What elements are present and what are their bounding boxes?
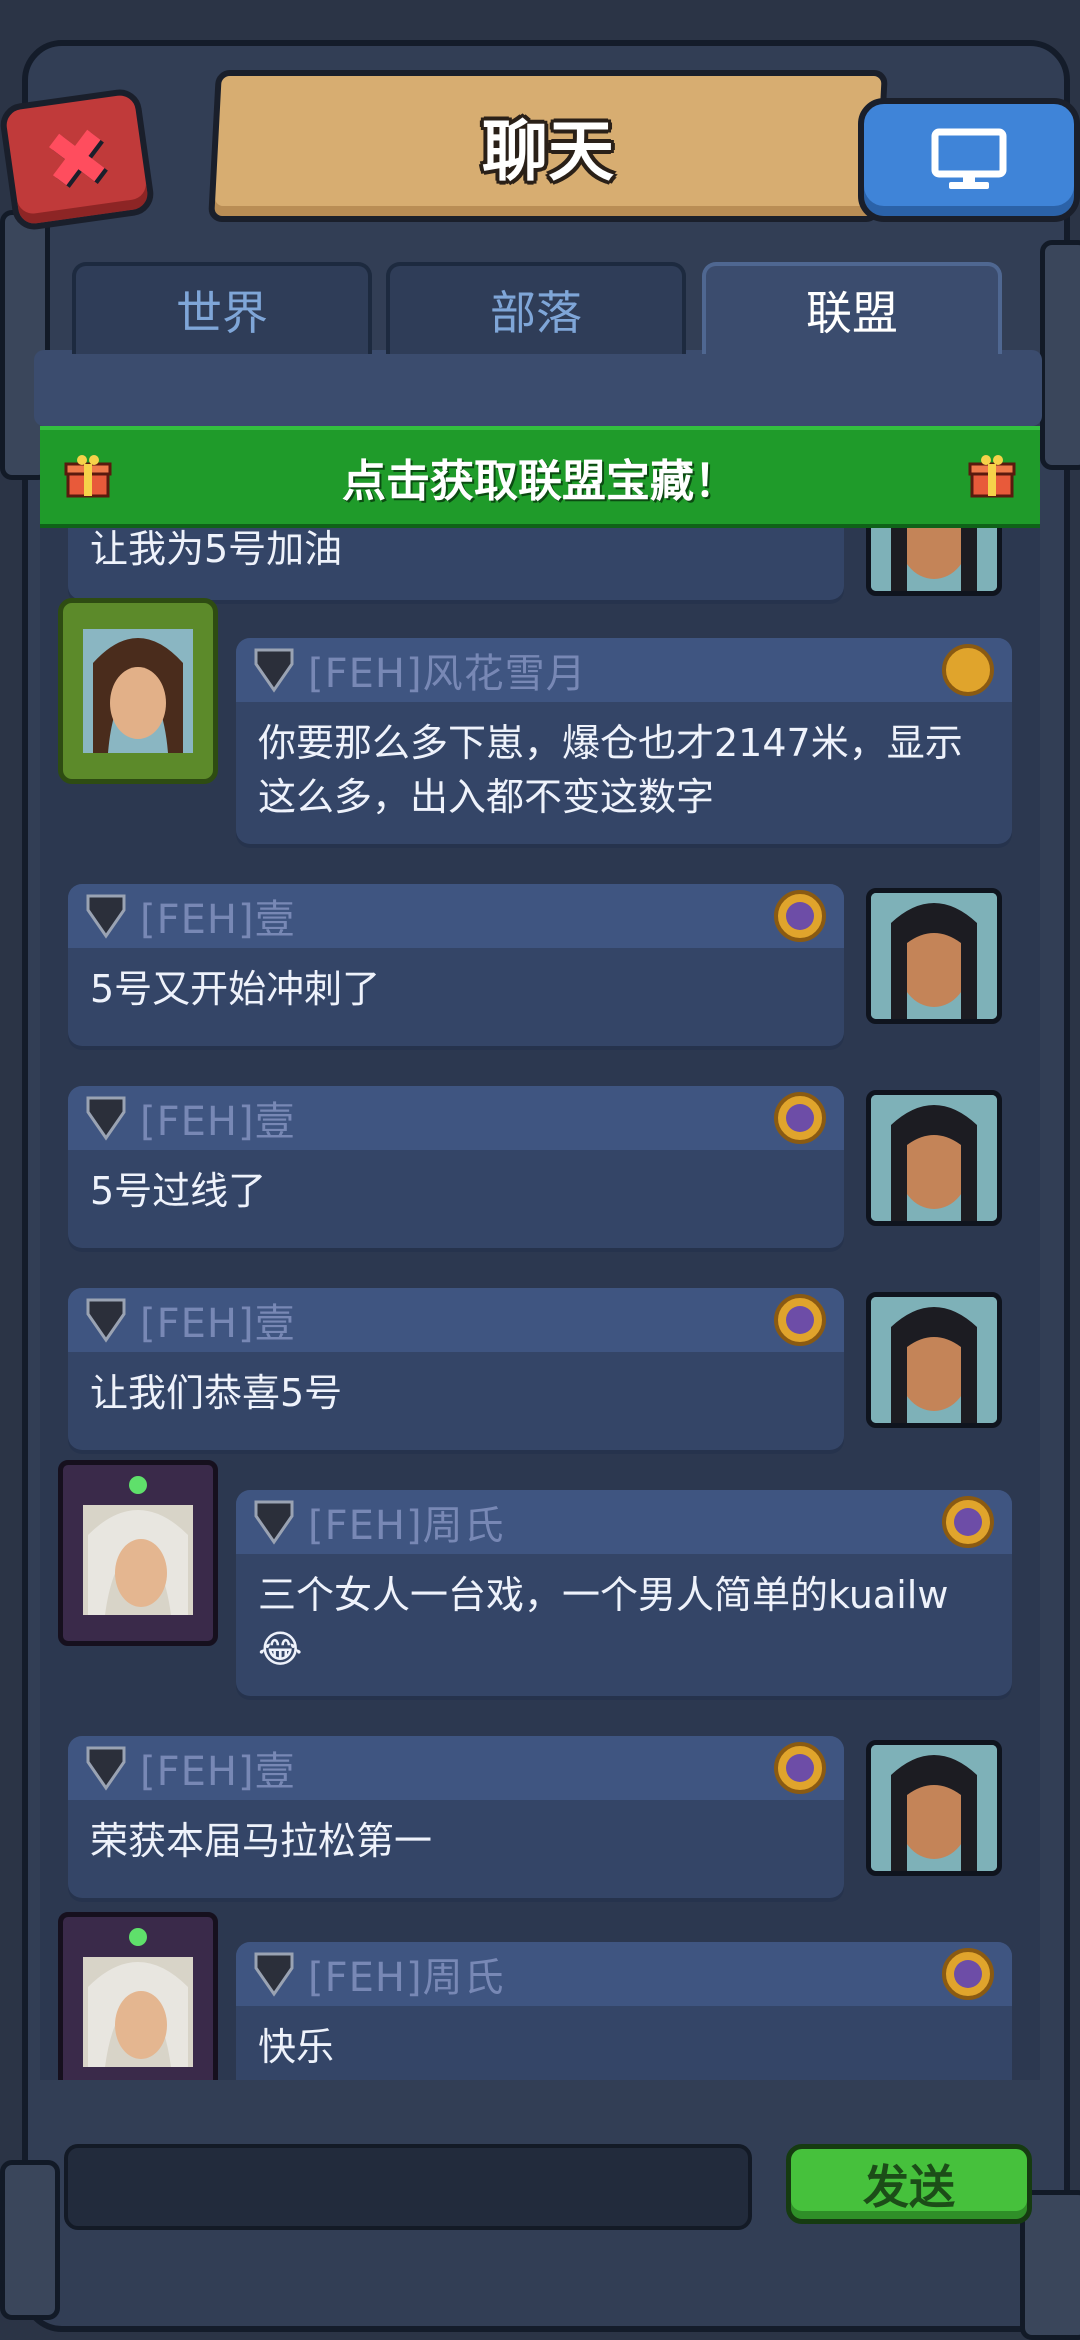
badge-icon <box>774 1294 826 1346</box>
sender-name: [FEH]周氏 <box>308 1955 505 2001</box>
close-icon: ✖ <box>38 110 116 209</box>
sender-name: [FEH]壹 <box>140 1749 296 1795</box>
rank-shield-icon <box>86 1298 126 1343</box>
tab-label: 联盟 <box>806 286 898 340</box>
message-text: 快乐 <box>258 2025 335 2069</box>
avatar-portrait <box>871 520 997 591</box>
badge-icon <box>942 1948 994 2000</box>
monitor-icon <box>931 128 1007 189</box>
avatar-portrait <box>871 1095 997 1221</box>
avatar[interactable] <box>866 888 1002 1024</box>
message-header: [FEH]风花雪月 <box>236 638 1012 702</box>
message-text: 三个女人一台戏，一个男人简单的kuailw😂 <box>258 1573 949 1671</box>
avatar-portrait <box>871 1745 997 1871</box>
message-bubble: 让我为5号加油 <box>68 520 844 600</box>
message-bubble: [FEH]风花雪月 你要那么多下崽，爆仓也才2147米，显示这么多，出入都不变这… <box>236 638 1012 844</box>
tab-label: 世界 <box>176 286 268 340</box>
close-button[interactable]: ✖ <box>0 86 157 233</box>
chat-message-list[interactable]: 让我为5号加油 [FEH]风花雪月 你要那么多下崽，爆仓也才2147米，显示这么… <box>40 520 1040 2080</box>
message-text: 你要那么多下崽，爆仓也才2147米，显示这么多，出入都不变这数字 <box>258 721 963 819</box>
message-bubble: [FEH]周氏 三个女人一台戏，一个男人简单的kuailw😂 <box>236 1490 1012 1696</box>
badge-icon <box>942 644 994 696</box>
sender-name: [FEH]壹 <box>140 897 296 943</box>
screen-toggle-button[interactable] <box>858 98 1080 222</box>
page-title: 聊天 <box>482 113 614 190</box>
gift-icon <box>968 455 1016 498</box>
avatar[interactable] <box>58 1460 218 1646</box>
avatar-portrait <box>83 1476 193 1615</box>
message-bubble: [FEH]壹 荣获本届马拉松第一 <box>68 1736 844 1898</box>
message-header: [FEH]壹 <box>68 884 844 948</box>
avatar[interactable] <box>866 1740 1002 1876</box>
title-banner: 聊天 <box>208 70 888 222</box>
tab-bar-base <box>34 350 1042 426</box>
badge-icon <box>774 890 826 942</box>
rank-shield-icon <box>86 1096 126 1141</box>
avatar[interactable] <box>58 598 218 784</box>
message-bubble: [FEH]周氏 快乐 <box>236 1942 1012 2080</box>
tab-tribe[interactable]: 部落 <box>386 262 686 354</box>
message-text: 让我为5号加油 <box>90 527 343 571</box>
avatar-portrait <box>871 1297 997 1423</box>
tab-label: 部落 <box>490 286 582 340</box>
badge-icon <box>774 1742 826 1794</box>
rank-shield-icon <box>254 1500 294 1545</box>
message-text: 荣获本届马拉松第一 <box>90 1819 433 1863</box>
tab-alliance[interactable]: 联盟 <box>702 262 1002 354</box>
message-header: [FEH]周氏 <box>236 1490 1012 1554</box>
avatar[interactable] <box>866 1292 1002 1428</box>
send-button[interactable]: 发送 <box>786 2144 1032 2224</box>
avatar[interactable] <box>866 1090 1002 1226</box>
alliance-treasure-banner[interactable]: 点击获取联盟宝藏！ <box>40 426 1040 528</box>
message-header: [FEH]周氏 <box>236 1942 1012 2006</box>
rock-decoration <box>0 2160 60 2320</box>
avatar-portrait <box>871 893 997 1019</box>
rank-shield-icon <box>86 894 126 939</box>
tab-world[interactable]: 世界 <box>72 262 372 354</box>
message-header: [FEH]壹 <box>68 1736 844 1800</box>
message-header: [FEH]壹 <box>68 1086 844 1150</box>
avatar[interactable] <box>58 1912 218 2080</box>
rank-shield-icon <box>86 1746 126 1791</box>
message-bubble: [FEH]壹 让我们恭喜5号 <box>68 1288 844 1450</box>
avatar[interactable] <box>866 520 1002 596</box>
message-header: [FEH]壹 <box>68 1288 844 1352</box>
send-button-label: 发送 <box>863 2160 955 2214</box>
sender-name: [FEH]壹 <box>140 1301 296 1347</box>
rock-decoration <box>1040 240 1080 470</box>
tab-bar: 世界 部落 联盟 <box>72 262 1008 354</box>
sender-name: [FEH]周氏 <box>308 1503 505 1549</box>
banner-text: 点击获取联盟宝藏！ <box>342 456 738 507</box>
badge-icon <box>774 1092 826 1144</box>
message-text: 让我们恭喜5号 <box>90 1371 343 1415</box>
chat-input[interactable] <box>64 2144 752 2230</box>
badge-icon <box>942 1496 994 1548</box>
avatar-portrait <box>83 1928 193 2067</box>
message-bubble: [FEH]壹 5号又开始冲刺了 <box>68 884 844 1046</box>
sender-name: [FEH]风花雪月 <box>308 651 587 697</box>
message-text: 5号过线了 <box>90 1169 267 1213</box>
message-text: 5号又开始冲刺了 <box>90 967 381 1011</box>
sender-name: [FEH]壹 <box>140 1099 296 1145</box>
message-bubble: [FEH]壹 5号过线了 <box>68 1086 844 1248</box>
gift-icon <box>64 455 112 498</box>
avatar-portrait <box>83 629 193 753</box>
rank-shield-icon <box>254 1952 294 1997</box>
rank-shield-icon <box>254 648 294 693</box>
